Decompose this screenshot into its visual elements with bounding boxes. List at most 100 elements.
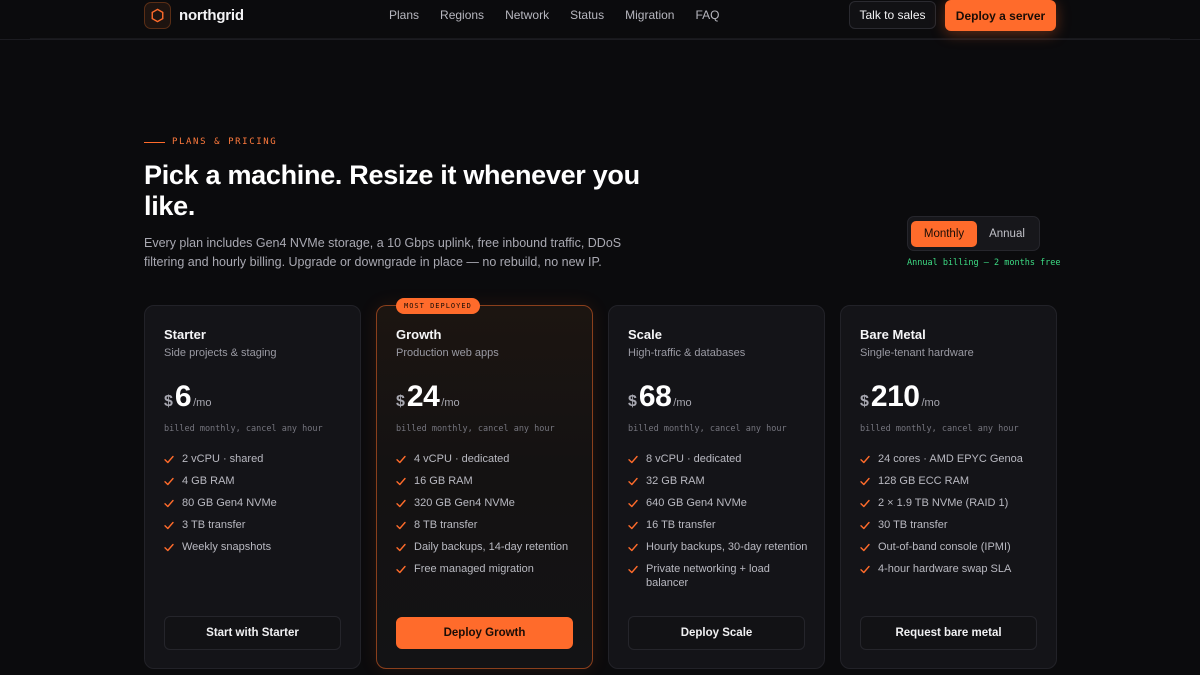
plan-name: Bare Metal: [860, 327, 926, 342]
plan-subtitle: High-traffic & databases: [628, 347, 746, 359]
feature-text: Weekly snapshots: [182, 541, 272, 553]
nav-link-migration[interactable]: Migration: [625, 8, 674, 22]
eyebrow: PLANS & PRICING: [144, 137, 277, 147]
feature-list: 2 vCPU · shared 4 GB RAM 80 GB Gen4 NVMe 3 …: [164, 452, 349, 562]
check-icon: [860, 518, 871, 532]
deploy-server-button[interactable]: Deploy a server: [945, 0, 1056, 31]
feature-item: 320 GB Gen4 NVMe: [396, 496, 581, 510]
check-icon: [628, 562, 639, 576]
feature-item: Out-of-band console (IPMI): [860, 540, 1045, 554]
feature-text: 4 vCPU · dedicated: [414, 453, 510, 465]
feature-text: 3 TB transfer: [182, 519, 246, 531]
plan-price: $ 68 /mo: [628, 380, 692, 414]
feature-item: Daily backups, 14-day retention: [396, 540, 581, 554]
check-icon: [628, 474, 639, 488]
plan-card-scale: Scale High-traffic & databases $ 68 /mo …: [608, 305, 825, 669]
feature-item: 4 vCPU · dedicated: [396, 452, 581, 466]
plan-name: Growth: [396, 327, 442, 342]
plan-card-bare-metal: Bare Metal Single-tenant hardware $ 210 …: [840, 305, 1057, 669]
feature-text: 2 × 1.9 TB NVMe (RAID 1): [878, 497, 1009, 509]
plan-price: $ 6 /mo: [164, 380, 211, 414]
most-deployed-badge: MOST DEPLOYED: [396, 298, 480, 314]
plan-name: Starter: [164, 327, 206, 342]
brand[interactable]: northgrid: [144, 2, 244, 29]
feature-item: 128 GB ECC RAM: [860, 474, 1045, 488]
feature-text: 30 TB transfer: [878, 519, 948, 531]
request-bare-metal-button[interactable]: Request bare metal: [860, 616, 1037, 650]
feature-item: Free managed migration: [396, 562, 581, 576]
price-currency: $: [164, 393, 173, 410]
nav-link-faq[interactable]: FAQ: [695, 8, 719, 22]
price-amount: 24: [406, 380, 440, 413]
feature-text: 4-hour hardware swap SLA: [878, 563, 1012, 575]
check-icon: [164, 496, 175, 510]
feature-text: Hourly backups, 30-day retention: [646, 541, 808, 553]
check-icon: [628, 540, 639, 554]
nav-link-regions[interactable]: Regions: [440, 8, 484, 22]
feature-item: 16 GB RAM: [396, 474, 581, 488]
nav-link-network[interactable]: Network: [505, 8, 549, 22]
feature-item: 3 TB transfer: [164, 518, 349, 532]
feature-text: Out-of-band console (IPMI): [878, 541, 1011, 553]
feature-item: 2 × 1.9 TB NVMe (RAID 1): [860, 496, 1045, 510]
feature-list: 8 vCPU · dedicated 32 GB RAM 640 GB Gen4 N…: [628, 452, 813, 598]
feature-item: 2 vCPU · shared: [164, 452, 349, 466]
billing-terms: billed monthly, cancel any hour: [396, 424, 555, 434]
nav-link-plans[interactable]: Plans: [389, 8, 419, 22]
plan-subtitle: Single-tenant hardware: [860, 347, 974, 359]
feature-text: 32 GB RAM: [646, 475, 705, 487]
plan-price: $ 210 /mo: [860, 380, 940, 414]
hero-description: Every plan includes Gen4 NVMe storage, a…: [144, 236, 622, 269]
deploy-growth-button[interactable]: Deploy Growth: [396, 617, 573, 649]
toggle-annual[interactable]: Annual: [978, 221, 1036, 247]
feature-text: 2 vCPU · shared: [182, 453, 264, 465]
page-title: Pick a machine. Resize it whenever you l…: [144, 160, 640, 221]
check-icon: [628, 518, 639, 532]
feature-item: Weekly snapshots: [164, 540, 349, 554]
billing-terms: billed monthly, cancel any hour: [628, 424, 787, 434]
feature-item: 80 GB Gen4 NVMe: [164, 496, 349, 510]
feature-text: Private networking + load balancer: [646, 563, 770, 589]
check-icon: [860, 540, 871, 554]
price-currency: $: [628, 393, 637, 410]
plan-price: $ 24 /mo: [396, 380, 460, 414]
price-currency: $: [860, 393, 869, 410]
price-currency: $: [396, 393, 405, 410]
price-period: /mo: [193, 397, 212, 409]
billing-toggle: Monthly Annual: [907, 216, 1040, 251]
price-period: /mo: [921, 397, 940, 409]
check-icon: [164, 474, 175, 488]
feature-item: Hourly backups, 30-day retention: [628, 540, 813, 554]
check-icon: [628, 496, 639, 510]
check-icon: [396, 562, 407, 576]
top-nav: northgrid Plans Regions Network Status M…: [0, 0, 1200, 40]
feature-list: 4 vCPU · dedicated 16 GB RAM 320 GB Gen4 N…: [396, 452, 581, 584]
check-icon: [164, 452, 175, 466]
feature-item: 8 TB transfer: [396, 518, 581, 532]
brand-name: northgrid: [179, 7, 244, 24]
eyebrow-line: [144, 141, 165, 143]
feature-text: 128 GB ECC RAM: [878, 475, 970, 487]
feature-item: 30 TB transfer: [860, 518, 1045, 532]
check-icon: [164, 518, 175, 532]
plan-subtitle: Production web apps: [396, 347, 499, 359]
feature-item: 24 cores · AMD EPYC Genoa: [860, 452, 1045, 466]
plan-card-starter: Starter Side projects & staging $ 6 /mo …: [144, 305, 361, 669]
feature-text: Free managed migration: [414, 563, 534, 575]
toggle-monthly[interactable]: Monthly: [911, 221, 977, 247]
deploy-scale-button[interactable]: Deploy Scale: [628, 616, 805, 650]
start-with-starter-button[interactable]: Start with Starter: [164, 616, 341, 650]
price-amount: 6: [174, 380, 192, 413]
annual-billing-note: Annual billing — 2 months free: [907, 258, 1061, 268]
check-icon: [860, 562, 871, 576]
check-icon: [860, 452, 871, 466]
plan-card-growth: MOST DEPLOYED Growth Production web apps…: [376, 298, 593, 669]
plan-name: Scale: [628, 327, 662, 342]
feature-item: 32 GB RAM: [628, 474, 813, 488]
feature-text: 640 GB Gen4 NVMe: [646, 497, 747, 509]
nav-link-status[interactable]: Status: [570, 8, 604, 22]
talk-to-sales-button[interactable]: Talk to sales: [849, 1, 936, 29]
feature-text: Daily backups, 14-day retention: [414, 541, 569, 553]
feature-text: 16 TB transfer: [646, 519, 716, 531]
hexagon-icon: [144, 2, 171, 29]
